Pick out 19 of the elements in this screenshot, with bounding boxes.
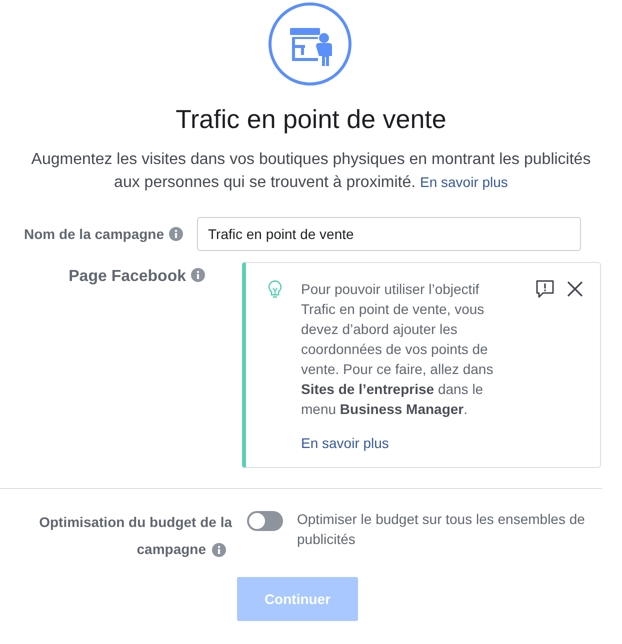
close-icon[interactable] — [567, 281, 583, 297]
field-label: campagne — [136, 540, 206, 559]
notice-text: Pour pouvoir utiliser l’objectif Trafic en point de vente, vous devez d’abord ajouter les coordonnées de vos points de vente. Pour ce faire, allez dans Sites de l’entreprise dans le menu Business Manager. — [301, 280, 494, 419]
campaign-name-field[interactable]: Trafic en point de vente — [197, 217, 581, 251]
info-icon[interactable] — [191, 268, 205, 282]
field-label: Nom de la campagne — [24, 226, 164, 242]
field-label: Page Facebook — [68, 268, 186, 286]
description-text: Augmentez les visites dans vos boutiques physiques en montrant les publicités aux personnes qui se trouvent à proximité. En savoir plus — [31, 150, 591, 193]
lightbulb-icon — [268, 280, 282, 300]
toggle-switch[interactable] — [247, 511, 283, 531]
toggle-description: Optimiser le budget sur tous les ensembles de publicités — [297, 510, 586, 549]
field-label: Optimisation du budget de la — [39, 513, 232, 532]
learn-more-link[interactable]: En savoir plus — [301, 435, 389, 451]
page-title: Trafic en point de vente — [174, 104, 448, 135]
info-icon[interactable] — [212, 542, 226, 556]
feedback-icon[interactable] — [535, 279, 555, 299]
info-icon[interactable] — [169, 227, 183, 241]
learn-more-link[interactable]: En savoir plus — [420, 174, 508, 190]
storefront-person-icon — [268, 2, 352, 86]
